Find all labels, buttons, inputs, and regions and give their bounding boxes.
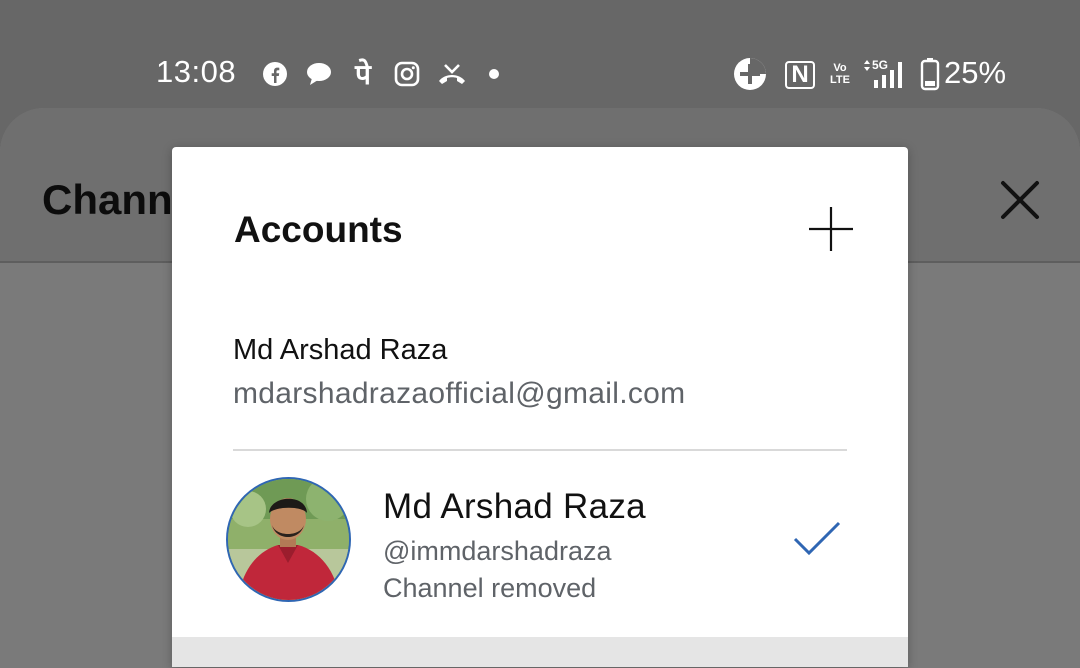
volte-label-top: Vo bbox=[833, 62, 847, 74]
missed-call-icon bbox=[436, 58, 468, 90]
channel-item[interactable]: Md Arshad Raza @immdarshadraza Channel r… bbox=[172, 467, 908, 617]
battery-icon bbox=[920, 58, 940, 91]
dialog-title: Accounts bbox=[234, 209, 403, 250]
channel-name: Md Arshad Raza bbox=[383, 487, 646, 526]
status-bar: 13:08 पे N Vo LTE 5G 25% bbox=[0, 0, 1080, 110]
dot-icon bbox=[488, 58, 500, 90]
add-account-button[interactable] bbox=[806, 204, 856, 254]
close-icon bbox=[1001, 181, 1039, 219]
close-button[interactable] bbox=[998, 178, 1042, 222]
network-type-label: 5G bbox=[872, 58, 888, 72]
signal-icon: 5G bbox=[860, 58, 912, 90]
battery-percent: 25% bbox=[944, 55, 1007, 90]
channel-status: Channel removed bbox=[383, 573, 597, 603]
volte-label-bottom: LTE bbox=[830, 74, 850, 86]
avatar bbox=[226, 477, 351, 602]
volte-icon: Vo LTE bbox=[829, 58, 851, 90]
avatar-image bbox=[228, 479, 349, 600]
checkmark-icon bbox=[792, 519, 842, 559]
status-time: 13:08 bbox=[156, 54, 237, 89]
chat-bubble-icon bbox=[305, 58, 333, 90]
plus-icon bbox=[809, 207, 853, 251]
phonepe-icon: पे bbox=[355, 59, 371, 90]
account-name: Md Arshad Raza bbox=[233, 334, 448, 366]
channel-handle: @immdarshadraza bbox=[383, 536, 612, 566]
data-saver-icon bbox=[732, 58, 768, 90]
nfc-icon: N bbox=[785, 61, 815, 89]
facebook-icon bbox=[262, 58, 288, 90]
instagram-icon bbox=[394, 58, 420, 90]
account-email: mdarshadrazaofficial@gmail.com bbox=[233, 377, 686, 410]
accounts-dialog: Accounts Md Arshad Raza mdarshadrazaoffi… bbox=[172, 147, 908, 667]
next-item-background bbox=[172, 637, 908, 667]
divider bbox=[233, 449, 847, 451]
